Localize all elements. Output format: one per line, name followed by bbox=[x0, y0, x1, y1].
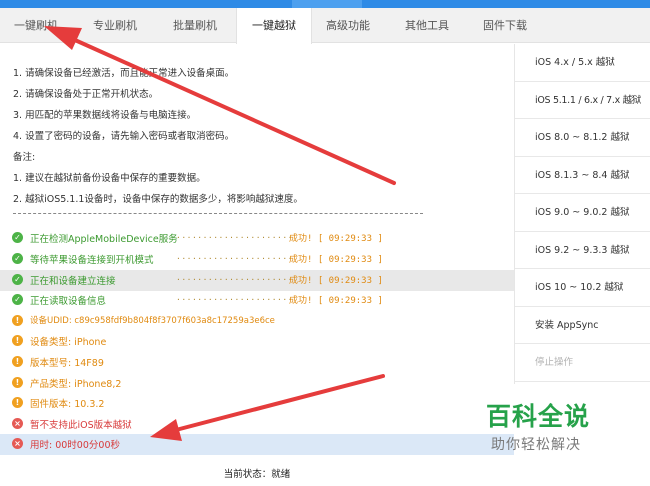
log-text: 产品类型: iPhone8,2 bbox=[30, 379, 122, 390]
note-title: 备注: bbox=[13, 152, 36, 163]
info-icon: ! bbox=[12, 356, 23, 367]
tab-firmware-download[interactable]: 固件下载 bbox=[466, 8, 544, 43]
instruction-step: 2. 请确保设备处于正常开机状态。 bbox=[13, 89, 159, 100]
check-icon: ✓ bbox=[12, 274, 23, 285]
watermark: 百科全说 助你轻松解决 bbox=[478, 392, 650, 486]
check-icon: ✓ bbox=[12, 232, 23, 243]
note-item: 2. 越狱iOS5.1.1设备时，设备中保存的数据多少，将影响越狱速度。 bbox=[13, 194, 303, 205]
log-text: 暂不支持此iOS版本越狱 bbox=[30, 420, 132, 431]
log-line: ! 固件版本: 10.3.2 bbox=[0, 393, 514, 414]
log-dots: ...................... bbox=[176, 231, 293, 240]
log-line: ✓ 正在读取设备信息 ...................... 成功! [ … bbox=[0, 290, 514, 311]
log-text: 版本型号: 14F89 bbox=[30, 358, 104, 369]
info-icon: ! bbox=[12, 397, 23, 408]
sidebar-item-ios9-902[interactable]: iOS 9.0 ~ 9.0.2 越狱 bbox=[515, 194, 650, 232]
separator-line bbox=[13, 213, 423, 214]
title-bar bbox=[0, 0, 650, 8]
log-text: 正在和设备建立连接 bbox=[30, 276, 116, 287]
log-line: ! 设备UDID: c89c958fdf9b804f8f3707f603a8c1… bbox=[0, 311, 514, 332]
log-text: 等待苹果设备连接到开机模式 bbox=[30, 255, 154, 266]
tab-advanced[interactable]: 高级功能 bbox=[312, 8, 384, 43]
log-line-highlighted: × 用时: 00时00分00秒 bbox=[0, 434, 514, 455]
log-dots: ...................... bbox=[176, 293, 293, 302]
log-result: 成功! [ 09:29:33 ] bbox=[289, 276, 383, 286]
tab-bar: 一键刷机 专业刷机 批量刷机 一键越狱 高级功能 其他工具 固件下载 bbox=[0, 8, 650, 44]
check-icon: ✓ bbox=[12, 253, 23, 264]
tab-pro-flash[interactable]: 专业刷机 bbox=[76, 8, 154, 43]
info-icon: ! bbox=[12, 335, 23, 346]
log-dots: ...................... bbox=[176, 273, 293, 282]
log-text: 正在读取设备信息 bbox=[30, 296, 107, 307]
tab-one-click-flash[interactable]: 一键刷机 bbox=[0, 8, 72, 43]
log-text: 正在检测AppleMobileDevice服务 bbox=[30, 234, 178, 245]
status-bar: 当前状态：就绪 bbox=[223, 469, 291, 480]
log-text: 设备类型: iPhone bbox=[30, 337, 107, 348]
check-icon: ✓ bbox=[12, 294, 23, 305]
log-text: 用时: 00时00分00秒 bbox=[30, 440, 120, 451]
tab-one-click-jailbreak[interactable]: 一键越狱 bbox=[236, 8, 312, 44]
error-icon: × bbox=[12, 418, 23, 429]
title-bar-highlight bbox=[292, 0, 362, 8]
error-icon: × bbox=[12, 438, 23, 449]
instruction-step: 1. 请确保设备已经激活，而且能正常进入设备桌面。 bbox=[13, 68, 235, 79]
sidebar-item-ios511-7[interactable]: iOS 5.1.1 / 6.x / 7.x 越狱 bbox=[515, 82, 650, 119]
log-result: 成功! [ 09:29:33 ] bbox=[289, 255, 383, 265]
log-line: × 暂不支持此iOS版本越狱 bbox=[0, 414, 514, 435]
log-result: 成功! [ 09:29:33 ] bbox=[289, 296, 383, 306]
log-text: 固件版本: 10.3.2 bbox=[30, 399, 105, 410]
jailbreak-sidebar: iOS 4.x / 5.x 越狱 iOS 5.1.1 / 6.x / 7.x 越… bbox=[514, 44, 650, 384]
log-line-selected: ✓ 正在和设备建立连接 ...................... 成功! [… bbox=[0, 270, 514, 291]
sidebar-item-ios10-102[interactable]: iOS 10 ~ 10.2 越狱 bbox=[515, 269, 650, 307]
tab-other-tools[interactable]: 其他工具 bbox=[388, 8, 466, 43]
install-appsync-button[interactable]: 安装 AppSync bbox=[515, 307, 650, 344]
sidebar-item-ios92-933[interactable]: iOS 9.2 ~ 9.3.3 越狱 bbox=[515, 232, 650, 269]
log-line: ✓ 正在检测AppleMobileDevice服务 ..............… bbox=[0, 228, 514, 249]
log-line: ✓ 等待苹果设备连接到开机模式 ...................... 成… bbox=[0, 249, 514, 270]
stop-operation-button[interactable]: 停止操作 bbox=[515, 344, 650, 382]
log-dots: ...................... bbox=[176, 252, 293, 261]
log-line: ! 产品类型: iPhone8,2 bbox=[0, 373, 514, 394]
log-text: 设备UDID: c89c958fdf9b804f8f3707f603a8c172… bbox=[30, 316, 275, 326]
note-item: 1. 建议在越狱前备份设备中保存的重要数据。 bbox=[13, 173, 206, 184]
sidebar-item-ios4-5[interactable]: iOS 4.x / 5.x 越狱 bbox=[515, 44, 650, 82]
tab-batch-flash[interactable]: 批量刷机 bbox=[156, 8, 234, 43]
instruction-step: 4. 设置了密码的设备，请先输入密码或者取消密码。 bbox=[13, 131, 235, 142]
sidebar-item-ios813-84[interactable]: iOS 8.1.3 ~ 8.4 越狱 bbox=[515, 157, 650, 194]
log-result: 成功! [ 09:29:33 ] bbox=[289, 234, 383, 244]
instruction-step: 3. 用匹配的苹果数据线将设备与电脑连接。 bbox=[13, 110, 197, 121]
watermark-subtitle: 助你轻松解决 bbox=[491, 437, 581, 453]
watermark-title: 百科全说 bbox=[486, 402, 591, 431]
info-icon: ! bbox=[12, 377, 23, 388]
sidebar-item-ios8-812[interactable]: iOS 8.0 ~ 8.1.2 越狱 bbox=[515, 119, 650, 157]
log-line: ! 版本型号: 14F89 bbox=[0, 352, 514, 373]
log-line: ! 设备类型: iPhone bbox=[0, 331, 514, 352]
info-icon: ! bbox=[12, 315, 23, 326]
